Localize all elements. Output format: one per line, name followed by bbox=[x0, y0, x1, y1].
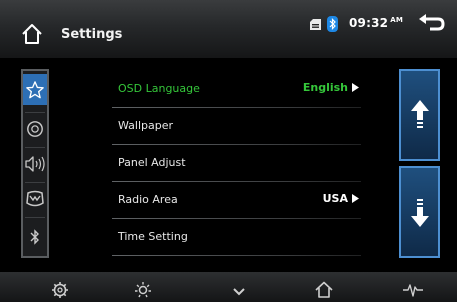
sidebar-divider bbox=[25, 217, 45, 218]
menu-item-panel-adjust[interactable]: Panel Adjust bbox=[112, 150, 361, 182]
scroll-up-button[interactable] bbox=[399, 69, 440, 161]
brightness-icon[interactable] bbox=[133, 281, 153, 298]
menu-item-value-text: English bbox=[302, 81, 348, 94]
sidebar-item-favorites[interactable] bbox=[23, 74, 47, 105]
row-divider bbox=[112, 255, 361, 256]
chevron-down-icon[interactable] bbox=[229, 281, 249, 298]
sidebar-item-disc[interactable] bbox=[23, 113, 47, 144]
sidebar-item-bluetooth[interactable] bbox=[23, 221, 47, 252]
row-divider bbox=[112, 107, 361, 108]
menu-item-radio-area[interactable]: Radio Area USA bbox=[112, 187, 361, 219]
row-divider bbox=[112, 181, 361, 182]
bluetooth-icon bbox=[30, 228, 39, 245]
speaker-icon bbox=[25, 155, 45, 172]
menu-item-time-setting[interactable]: Time Setting bbox=[112, 224, 361, 256]
back-arrow-icon[interactable] bbox=[418, 14, 446, 34]
menu-item-label: Radio Area bbox=[118, 193, 178, 206]
steering-wheel-icon bbox=[26, 190, 44, 206]
clock-ampm: AM bbox=[390, 16, 403, 24]
menu-item-value: USA bbox=[323, 192, 359, 205]
menu-item-osd-language[interactable]: OSD Language English bbox=[112, 76, 361, 108]
sidebar-item-audio[interactable] bbox=[23, 148, 47, 179]
menu-item-value-text: USA bbox=[322, 192, 348, 205]
arrow-down-icon bbox=[410, 199, 429, 227]
menu-item-label: Panel Adjust bbox=[118, 156, 186, 169]
scroll-down-button[interactable] bbox=[399, 166, 440, 258]
arrow-up-icon bbox=[410, 100, 429, 128]
sidebar-item-steering[interactable] bbox=[23, 183, 47, 214]
home-icon[interactable] bbox=[20, 22, 44, 46]
gear-icon[interactable] bbox=[50, 281, 70, 298]
equalizer-icon[interactable] bbox=[403, 281, 423, 298]
bluetooth-icon bbox=[327, 16, 338, 32]
sd-card-icon bbox=[310, 19, 321, 30]
menu-item-value: English bbox=[303, 81, 359, 94]
category-sidebar bbox=[21, 69, 49, 258]
menu-item-label: Time Setting bbox=[118, 230, 188, 243]
chevron-right-icon bbox=[352, 194, 359, 203]
menu-item-label: OSD Language bbox=[118, 82, 200, 95]
home-icon[interactable] bbox=[314, 281, 334, 298]
clock-time: 09:32 bbox=[349, 16, 389, 30]
disc-icon bbox=[27, 120, 43, 137]
clock: 09:32 AM bbox=[349, 16, 403, 30]
row-divider bbox=[112, 218, 361, 219]
menu-item-label: Wallpaper bbox=[118, 119, 174, 132]
page-title: Settings bbox=[61, 27, 123, 42]
chevron-right-icon bbox=[352, 83, 359, 92]
row-divider bbox=[112, 144, 361, 145]
star-icon bbox=[26, 80, 44, 98]
menu-item-wallpaper[interactable]: Wallpaper bbox=[112, 113, 361, 145]
